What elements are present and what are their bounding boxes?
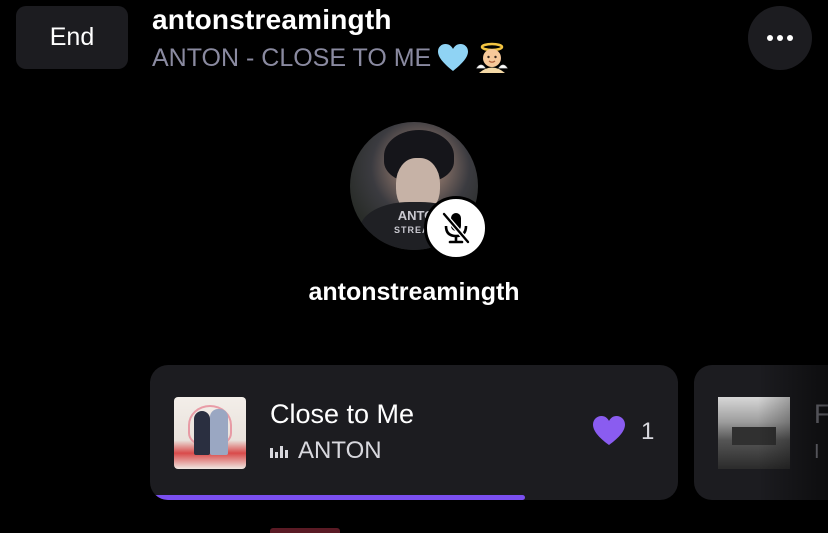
mic-muted-badge <box>424 196 488 260</box>
mic-off-icon <box>442 212 470 244</box>
stream-title-row: ANTON - CLOSE TO ME <box>152 42 509 74</box>
track-title: Close to Me <box>270 399 415 429</box>
next-album-art <box>718 397 790 469</box>
more-icon <box>767 35 773 41</box>
next-album-house <box>732 427 776 445</box>
below-fold-peek <box>270 528 340 533</box>
album-art-figure <box>210 409 228 455</box>
heart-icon[interactable] <box>592 415 626 447</box>
track-artist: ANTON <box>298 437 382 464</box>
next-track-title: F <box>814 399 828 429</box>
track-artist-row: ANTON <box>270 437 382 465</box>
end-button[interactable]: End <box>16 6 128 69</box>
equalizer-icon <box>270 444 288 458</box>
next-track-card[interactable]: F I <box>694 365 828 500</box>
like-count: 1 <box>641 418 655 445</box>
more-icon-dot <box>787 35 793 41</box>
progress-bar[interactable] <box>150 495 678 500</box>
now-playing-card[interactable]: Close to Me ANTON 1 <box>150 365 678 500</box>
more-options-button[interactable] <box>748 6 812 70</box>
speaker-name: antonstreamingth <box>308 278 520 306</box>
stream-title: ANTON - CLOSE TO ME <box>152 43 432 72</box>
host-handle: antonstreamingth <box>152 4 392 35</box>
light-blue-heart-icon <box>437 43 469 73</box>
next-track-artist: I <box>814 441 820 463</box>
progress-fill <box>150 495 525 500</box>
more-icon-dot <box>777 35 783 41</box>
album-art <box>174 397 246 469</box>
album-art-figure <box>194 411 210 455</box>
baby-angel-icon <box>475 42 509 74</box>
